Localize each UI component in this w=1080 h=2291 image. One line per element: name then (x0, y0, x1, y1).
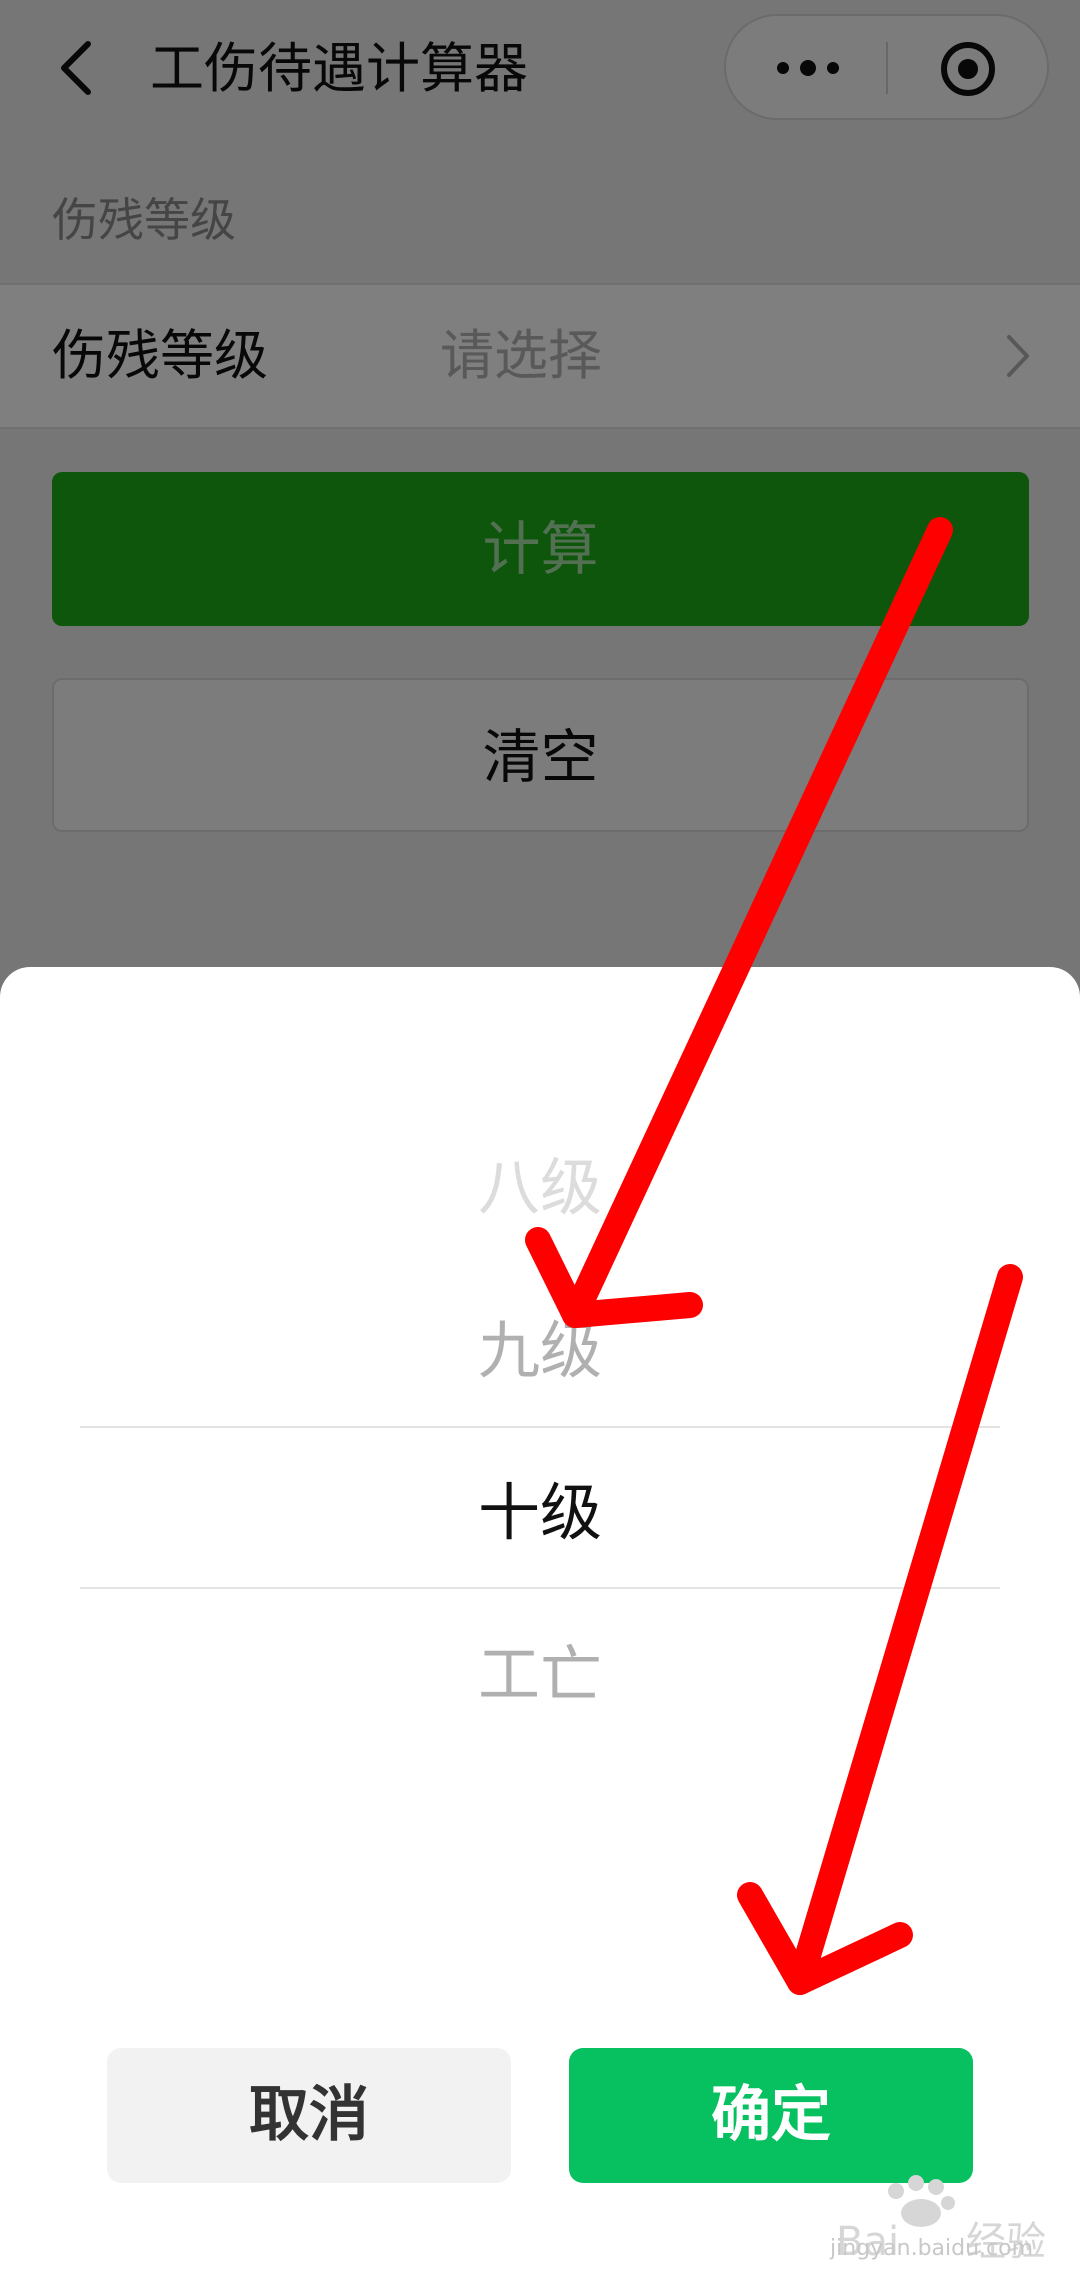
picker-option[interactable]: 工亡 (0, 1625, 1080, 1725)
selection-indicator-bottom (80, 1587, 1000, 1589)
picker-option-selected[interactable]: 十级 (0, 1463, 1080, 1563)
cancel-button[interactable]: 取消 (107, 2048, 511, 2183)
picker-option[interactable]: 八级 (0, 1138, 1080, 1238)
watermark-url: jingyan.baidu.com (830, 2236, 1034, 2261)
picker-sheet: 八级 九级 十级 工亡 取消 确定 (0, 967, 1080, 2291)
selection-indicator-top (80, 1426, 1000, 1428)
confirm-button[interactable]: 确定 (569, 2048, 973, 2183)
picker-option[interactable]: 九级 (0, 1301, 1080, 1401)
